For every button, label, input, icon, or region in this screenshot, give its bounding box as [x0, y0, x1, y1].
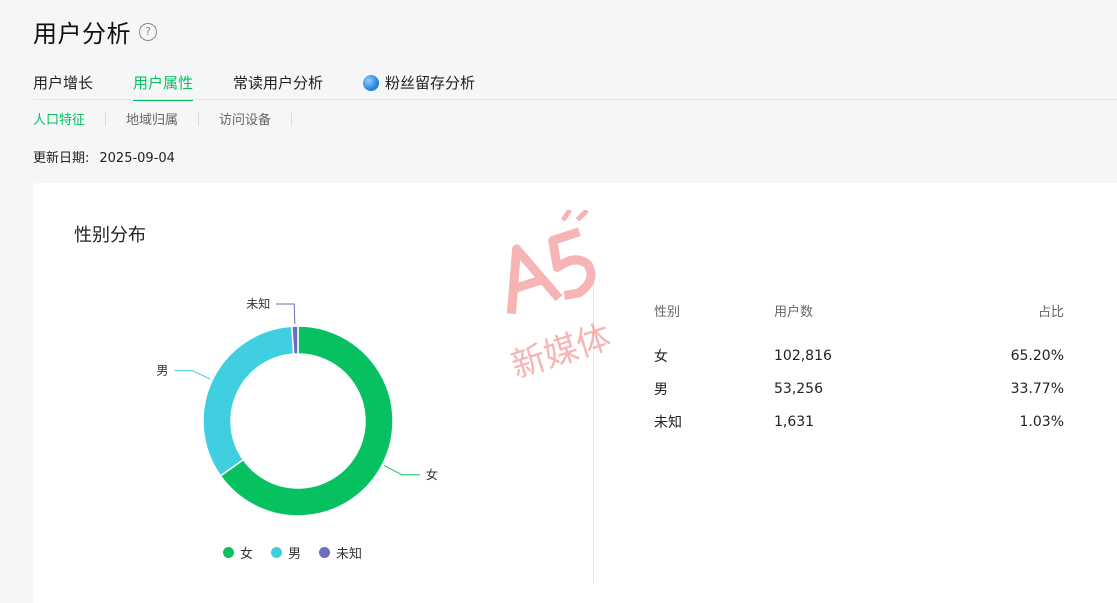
legend-label-unknown: 未知	[336, 547, 363, 562]
subtab-demographics[interactable]: 人口特征	[33, 109, 85, 128]
vertical-divider	[593, 283, 594, 583]
chart-legend: 女 男 未知	[223, 543, 380, 562]
subtab-divider	[105, 111, 107, 126]
cell-user-count: 102,816	[774, 347, 832, 364]
gender-donut-chart: 女 男 未知	[156, 297, 438, 517]
slice-label-female: 女	[426, 467, 438, 482]
header-gender: 性别	[654, 305, 681, 320]
table-row: 男 53,256 33.77%	[654, 372, 1064, 405]
legend-dot-female	[223, 547, 234, 558]
leader-line-male	[174, 370, 211, 380]
legend-item-male[interactable]: 男	[271, 543, 301, 562]
cell-user-count: 53,256	[774, 380, 823, 397]
question-circle-icon[interactable]: ?	[139, 22, 157, 41]
table-row: 女 102,816 65.20%	[654, 339, 1064, 372]
tab-bar: 用户增长 用户属性 常读用户分析 粉丝留存分析	[33, 72, 515, 101]
cell-ratio: 1.03%	[1019, 413, 1064, 430]
cell-user-count: 1,631	[774, 413, 815, 430]
gender-distribution-card: 性别分布 女男未知 女 男 未知 性别 用户数 占比 女 102,816 65.…	[33, 183, 1117, 603]
cell-gender: 女	[654, 348, 668, 365]
header-ratio: 占比	[1037, 305, 1064, 320]
tab-user-growth[interactable]: 用户增长	[33, 72, 93, 101]
legend-dot-male	[271, 547, 283, 558]
tab-divider	[33, 99, 1117, 100]
subtab-region[interactable]: 地域归属	[126, 109, 178, 128]
blue-badge-icon	[363, 74, 380, 91]
subtab-device[interactable]: 访问设备	[219, 109, 271, 128]
legend-label-male: 男	[288, 547, 302, 562]
tab-fan-retention-label: 粉丝留存分析	[385, 74, 476, 92]
gender-table: 性别 用户数 占比 女 102,816 65.20% 男 53,256 33.7…	[654, 301, 1064, 438]
cell-gender: 男	[654, 381, 668, 398]
cell-ratio: 65.20%	[1010, 347, 1064, 364]
donut-slice-unknown[interactable]	[291, 325, 299, 355]
cell-ratio: 33.77%	[1010, 380, 1064, 397]
table-header: 性别 用户数 占比	[654, 301, 1064, 321]
slice-label-unknown: 未知	[246, 297, 270, 311]
legend-label-female: 女	[240, 547, 254, 562]
update-date-row: 更新日期: 2025-09-04	[33, 147, 185, 166]
slice-label-male: 男	[156, 364, 168, 378]
legend-item-unknown[interactable]: 未知	[319, 543, 362, 562]
title-row: 用户分析 ?	[33, 14, 157, 49]
tab-fan-retention-analysis[interactable]: 粉丝留存分析	[363, 72, 475, 101]
update-date-label: 更新日期:	[33, 151, 90, 166]
subtab-divider	[198, 111, 200, 126]
legend-dot-unknown	[319, 547, 331, 558]
page-title: 用户分析	[33, 20, 131, 48]
subtab-bar: 人口特征 地域归属 访问设备	[33, 109, 312, 128]
leader-line-unknown	[276, 303, 296, 325]
table-row: 未知 1,631 1.03%	[654, 405, 1064, 438]
update-date-value: 2025-09-04	[99, 151, 175, 166]
leader-line-female	[383, 465, 420, 476]
subtab-divider	[291, 111, 293, 126]
cell-gender: 未知	[654, 414, 682, 431]
tab-user-attributes[interactable]: 用户属性	[133, 72, 194, 101]
header-user-count: 用户数	[774, 305, 814, 320]
tab-frequent-reader-analysis[interactable]: 常读用户分析	[233, 72, 323, 101]
donut-slice-male[interactable]	[202, 325, 295, 477]
legend-item-female[interactable]: 女	[223, 543, 253, 562]
page: 用户分析 ? 用户增长 用户属性 常读用户分析 粉丝留存分析 人口特征 地域归属…	[0, 0, 1117, 603]
